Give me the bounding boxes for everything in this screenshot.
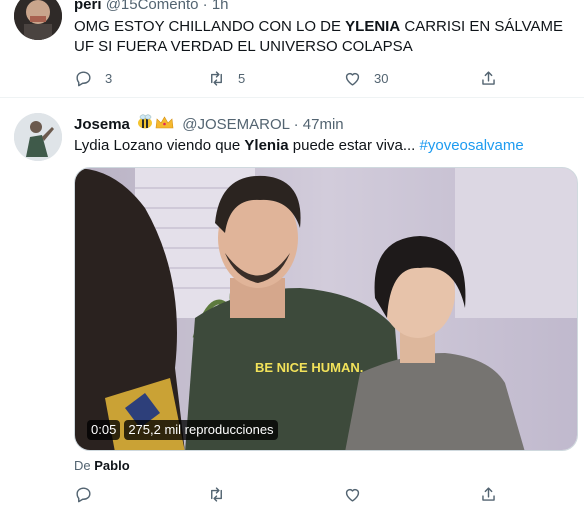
video-thumbnail[interactable]: BE NICE HUMAN.: [75, 168, 578, 451]
avatar[interactable]: [14, 113, 62, 161]
text-highlight: YLENIA: [345, 18, 401, 35]
tweet-actions: 3 5 30: [74, 67, 514, 89]
tweet-peri[interactable]: peri @15Comento · 1h OMG ESTOY CHILLANDO…: [0, 0, 584, 98]
retweet-button[interactable]: [207, 483, 226, 505]
video-duration: 0:05: [87, 420, 121, 440]
text-highlight: Ylenia: [244, 137, 289, 154]
video-badge: 0:05 275,2 mil reproducciones: [87, 420, 278, 440]
like-button[interactable]: 30: [343, 67, 388, 89]
heart-icon: [345, 488, 360, 502]
author-handle[interactable]: @JOSEMAROL: [182, 116, 289, 133]
shirt-text: BE NICE HUMAN.: [255, 360, 363, 375]
video-attribution: De Pablo: [74, 458, 130, 473]
retweet-button[interactable]: 5: [207, 67, 245, 89]
bee-icon: [138, 114, 153, 129]
like-count: 30: [374, 70, 389, 86]
text-segment: puede estar viva...: [288, 137, 420, 154]
retweet-count: 5: [238, 70, 246, 86]
share-button[interactable]: [479, 67, 498, 89]
heart-icon: [345, 72, 360, 86]
share-button[interactable]: [479, 483, 498, 505]
retweet-icon: [211, 70, 222, 86]
tweet-text: Lydia Lozano viendo que Ylenia puede est…: [74, 136, 574, 156]
retweet-icon: [211, 486, 222, 502]
reply-icon: [76, 70, 91, 86]
reply-count: 3: [105, 70, 113, 86]
author-handle[interactable]: @15Comento: [106, 0, 199, 13]
reply-icon: [76, 486, 91, 502]
name-emojis: [136, 113, 174, 137]
share-icon: [482, 70, 495, 85]
author-name[interactable]: Josema: [74, 116, 130, 133]
avatar[interactable]: [14, 0, 62, 40]
tweet-actions: [74, 483, 514, 505]
separator-dot: ·: [202, 0, 208, 13]
share-icon: [482, 486, 495, 501]
hashtag-link[interactable]: #yoveosalvame: [420, 137, 524, 154]
like-button[interactable]: [343, 483, 362, 505]
text-segment: Lydia Lozano viendo que: [74, 137, 245, 154]
tweet-header: Josema @JOSEMAROL · 47min: [74, 113, 344, 137]
text-segment: OMG ESTOY CHILLANDO CON LO DE: [74, 18, 346, 35]
attribution-name[interactable]: Pablo: [94, 458, 129, 473]
reply-button[interactable]: [74, 483, 93, 505]
attribution-prefix: De: [74, 458, 95, 473]
crown-icon: [155, 116, 174, 129]
tweet-text: OMG ESTOY CHILLANDO CON LO DE YLENIA CAR…: [74, 17, 574, 57]
separator-dot: ·: [293, 115, 299, 133]
reply-button[interactable]: 3: [74, 67, 112, 89]
tweet-header: peri @15Comento · 1h: [74, 0, 229, 15]
video-views: 275,2 mil reproducciones: [124, 420, 278, 440]
video-player[interactable]: BE NICE HUMAN. 0:05 275,2 mil reproducci…: [74, 167, 578, 451]
tweet-josema[interactable]: Josema @JOSEMAROL · 47min Lydia Lozano v…: [0, 99, 584, 516]
timestamp[interactable]: 47min: [303, 116, 344, 133]
author-name[interactable]: peri: [74, 0, 102, 13]
timestamp[interactable]: 1h: [212, 0, 229, 13]
